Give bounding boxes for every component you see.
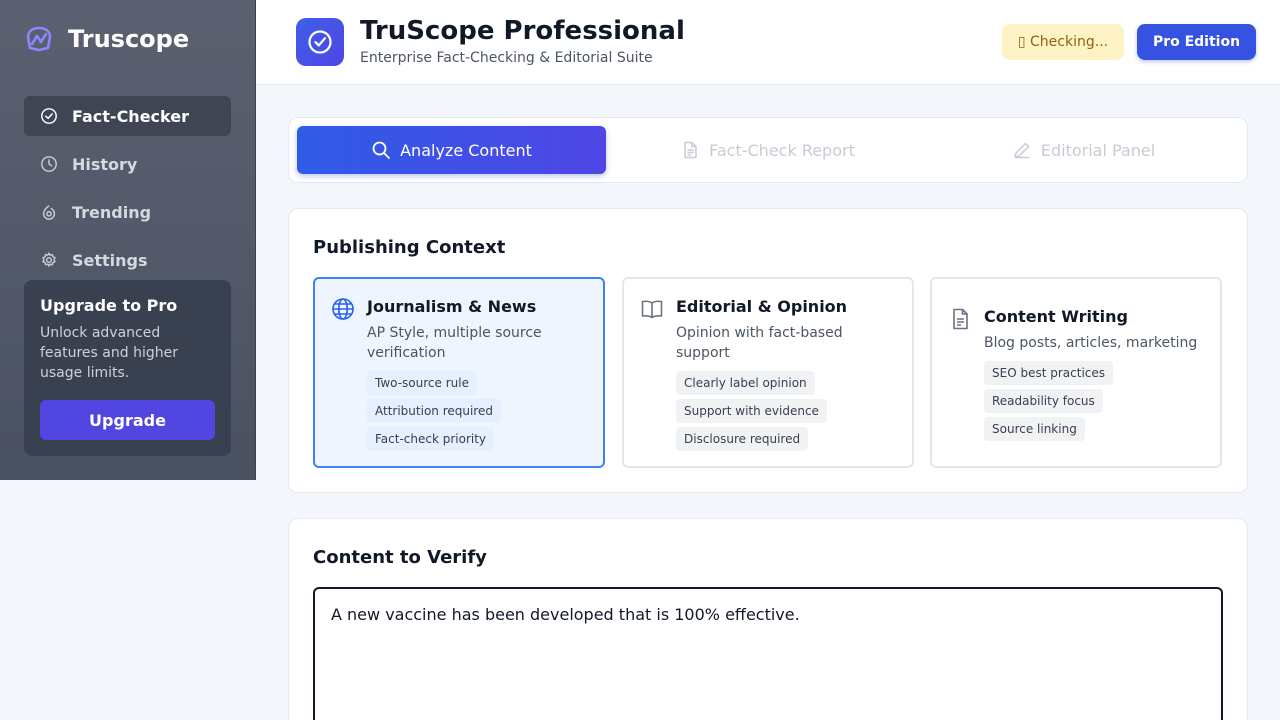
content-to-verify-card: Content to Verify A new vaccine has been… [288, 518, 1248, 720]
context-description: AP Style, multiple source verification [367, 325, 542, 361]
context-tag: SEO best practices [984, 361, 1114, 385]
app-logo [296, 18, 344, 66]
context-tag: Readability focus [984, 389, 1103, 413]
check-badge-icon [308, 30, 332, 54]
context-option-journalism[interactable]: Journalism & News AP Style, multiple sou… [313, 277, 605, 468]
pencil-icon [1014, 142, 1030, 159]
sidebar-nav: Fact-Checker History Trending Settings [24, 96, 231, 288]
sidebar-item-label: Settings [72, 250, 148, 270]
gear-icon [42, 252, 56, 267]
context-title: Content Writing [984, 307, 1128, 326]
file-text-icon [953, 308, 968, 330]
tab-label: Editorial Panel [1040, 140, 1156, 160]
brand[interactable]: Truscope [24, 24, 189, 54]
content-textarea[interactable]: A new vaccine has been developed that is… [313, 587, 1223, 720]
sidebar-item-settings[interactable]: Settings [24, 240, 231, 280]
sidebar-item-label: Trending [72, 202, 152, 222]
page-title: TruScope Professional [360, 16, 685, 46]
trending-icon [42, 205, 56, 220]
tab-fact-check-report[interactable]: Fact-Check Report [613, 126, 922, 174]
clock-icon [41, 156, 57, 172]
book-icon [641, 300, 663, 319]
upgrade-card: Upgrade to Pro Unlock advanced features … [24, 280, 231, 456]
app-root: Truscope Fact-Checker History Trending S… [0, 0, 1280, 720]
tab-label: Fact-Check Report [709, 140, 855, 160]
section-title: Content to Verify [313, 547, 487, 568]
sidebar-item-trending[interactable]: Trending [24, 192, 231, 232]
pro-edition-button[interactable]: Pro Edition [1137, 24, 1256, 60]
brand-name: Truscope [68, 25, 190, 53]
context-title: Editorial & Opinion [676, 297, 848, 316]
context-tag: Source linking [984, 417, 1085, 441]
sidebar-item-label: Fact-Checker [72, 106, 189, 126]
document-icon [684, 141, 697, 159]
status-badge: ▯ Checking... [1002, 24, 1124, 60]
upgrade-description: Unlock advanced features and higher usag… [40, 325, 178, 381]
context-option-editorial[interactable]: Editorial & Opinion Opinion with fact-ba… [622, 277, 914, 468]
context-title: Journalism & News [367, 297, 537, 316]
check-circle-icon [41, 108, 57, 124]
context-tag: Support with evidence [676, 399, 827, 423]
publishing-context-card: Publishing Context Journalism & News AP … [288, 208, 1248, 493]
search-icon [372, 141, 391, 159]
tab-analyze-content[interactable]: Analyze Content [297, 126, 606, 174]
sidebar: Truscope Fact-Checker History Trending S… [0, 0, 256, 480]
context-option-content-writing[interactable]: Content Writing Blog posts, articles, ma… [930, 277, 1222, 468]
context-tag: Clearly label opinion [676, 371, 815, 395]
upgrade-button[interactable]: Upgrade [40, 400, 215, 440]
sidebar-item-fact-checker[interactable]: Fact-Checker [24, 96, 231, 136]
globe-icon [332, 298, 354, 320]
sidebar-item-history[interactable]: History [24, 144, 231, 184]
upgrade-title: Upgrade to Pro [40, 296, 178, 315]
brand-logo-icon [26, 26, 52, 52]
tab-editorial-panel[interactable]: Editorial Panel [929, 126, 1238, 174]
context-tag: Two-source rule [367, 371, 477, 395]
page-subtitle: Enterprise Fact-Checking & Editorial Sui… [360, 50, 653, 66]
header: TruScope Professional Enterprise Fact-Ch… [256, 0, 1280, 85]
context-tag: Fact-check priority [367, 427, 495, 451]
sidebar-item-label: History [72, 154, 138, 174]
tab-bar: Analyze Content Fact-Check Report Editor… [288, 117, 1248, 183]
context-tag: Attribution required [367, 399, 501, 423]
context-tag: Disclosure required [676, 427, 809, 451]
section-title: Publishing Context [313, 237, 506, 258]
context-description: Blog posts, articles, marketing [984, 335, 1198, 351]
tab-label: Analyze Content [400, 140, 532, 160]
context-description: Opinion with fact-based support [676, 325, 843, 361]
